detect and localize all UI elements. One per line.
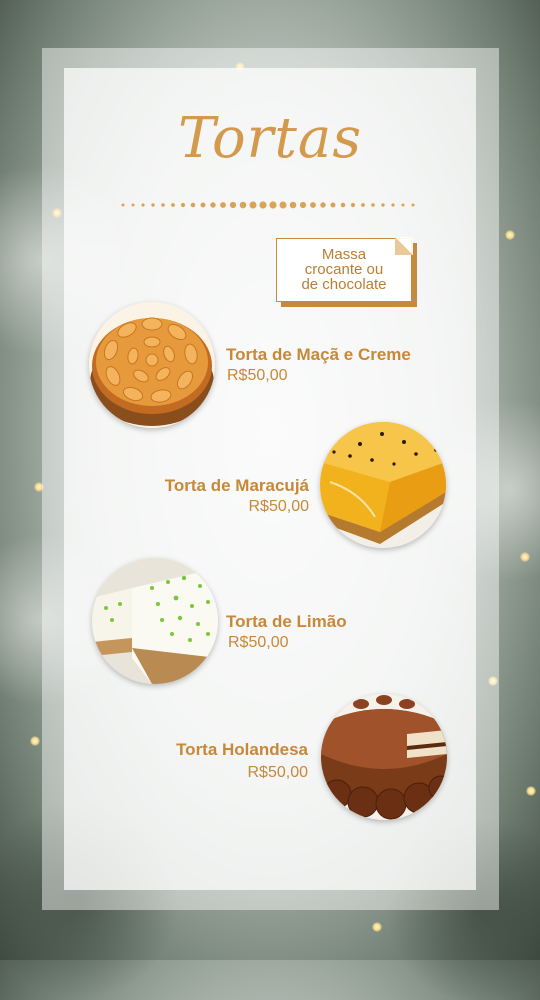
- item-price: R$50,00: [228, 634, 289, 651]
- item-name: Torta de Limão: [226, 612, 347, 631]
- note-line-3: de chocolate: [301, 276, 387, 293]
- dutch-pie-image: [321, 694, 447, 820]
- item-price: R$50,00: [227, 367, 288, 384]
- item-name: Torta de Maçã e Creme: [226, 345, 411, 364]
- note-text: Massa crocante ou de chocolate: [281, 247, 407, 292]
- item-price: R$50,00: [247, 764, 309, 781]
- item-price: R$50,00: [248, 498, 310, 515]
- lime-pie-image: [92, 558, 218, 684]
- apple-pie-image: [89, 302, 215, 428]
- dotted-divider: [121, 201, 415, 209]
- note-line-1: Massa: [321, 246, 367, 263]
- crust-note: Massa crocante ou de chocolate: [276, 237, 413, 302]
- page-title: Tortas: [177, 106, 363, 171]
- item-name: Torta de Maracujá: [164, 476, 309, 495]
- note-line-2: crocante ou: [304, 261, 384, 278]
- item-name: Torta Holandesa: [176, 740, 308, 759]
- passion-fruit-pie-image: [320, 422, 446, 548]
